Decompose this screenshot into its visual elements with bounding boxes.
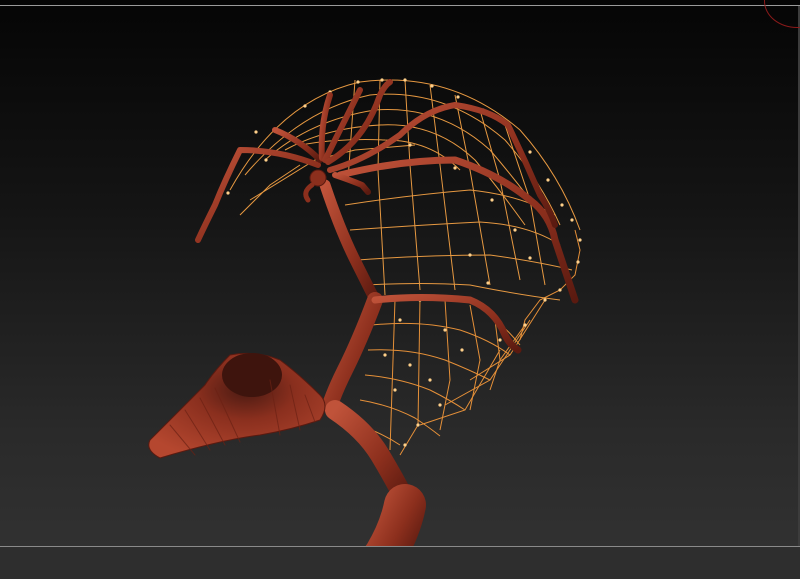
neck-segment <box>322 292 383 413</box>
torso-top <box>222 353 282 397</box>
leg-segment <box>325 400 415 510</box>
scene-canvas[interactable] <box>0 0 800 579</box>
zsphere-model[interactable] <box>148 79 579 579</box>
wireframe-web-lower <box>357 229 581 456</box>
wireframe-web-upper <box>229 79 581 301</box>
spine-segment <box>319 179 381 306</box>
finger-7 <box>332 172 371 195</box>
bottom-panel <box>0 547 800 579</box>
3d-viewport[interactable] <box>0 0 800 579</box>
thumb <box>303 182 315 203</box>
arm-right-upper <box>336 156 579 304</box>
